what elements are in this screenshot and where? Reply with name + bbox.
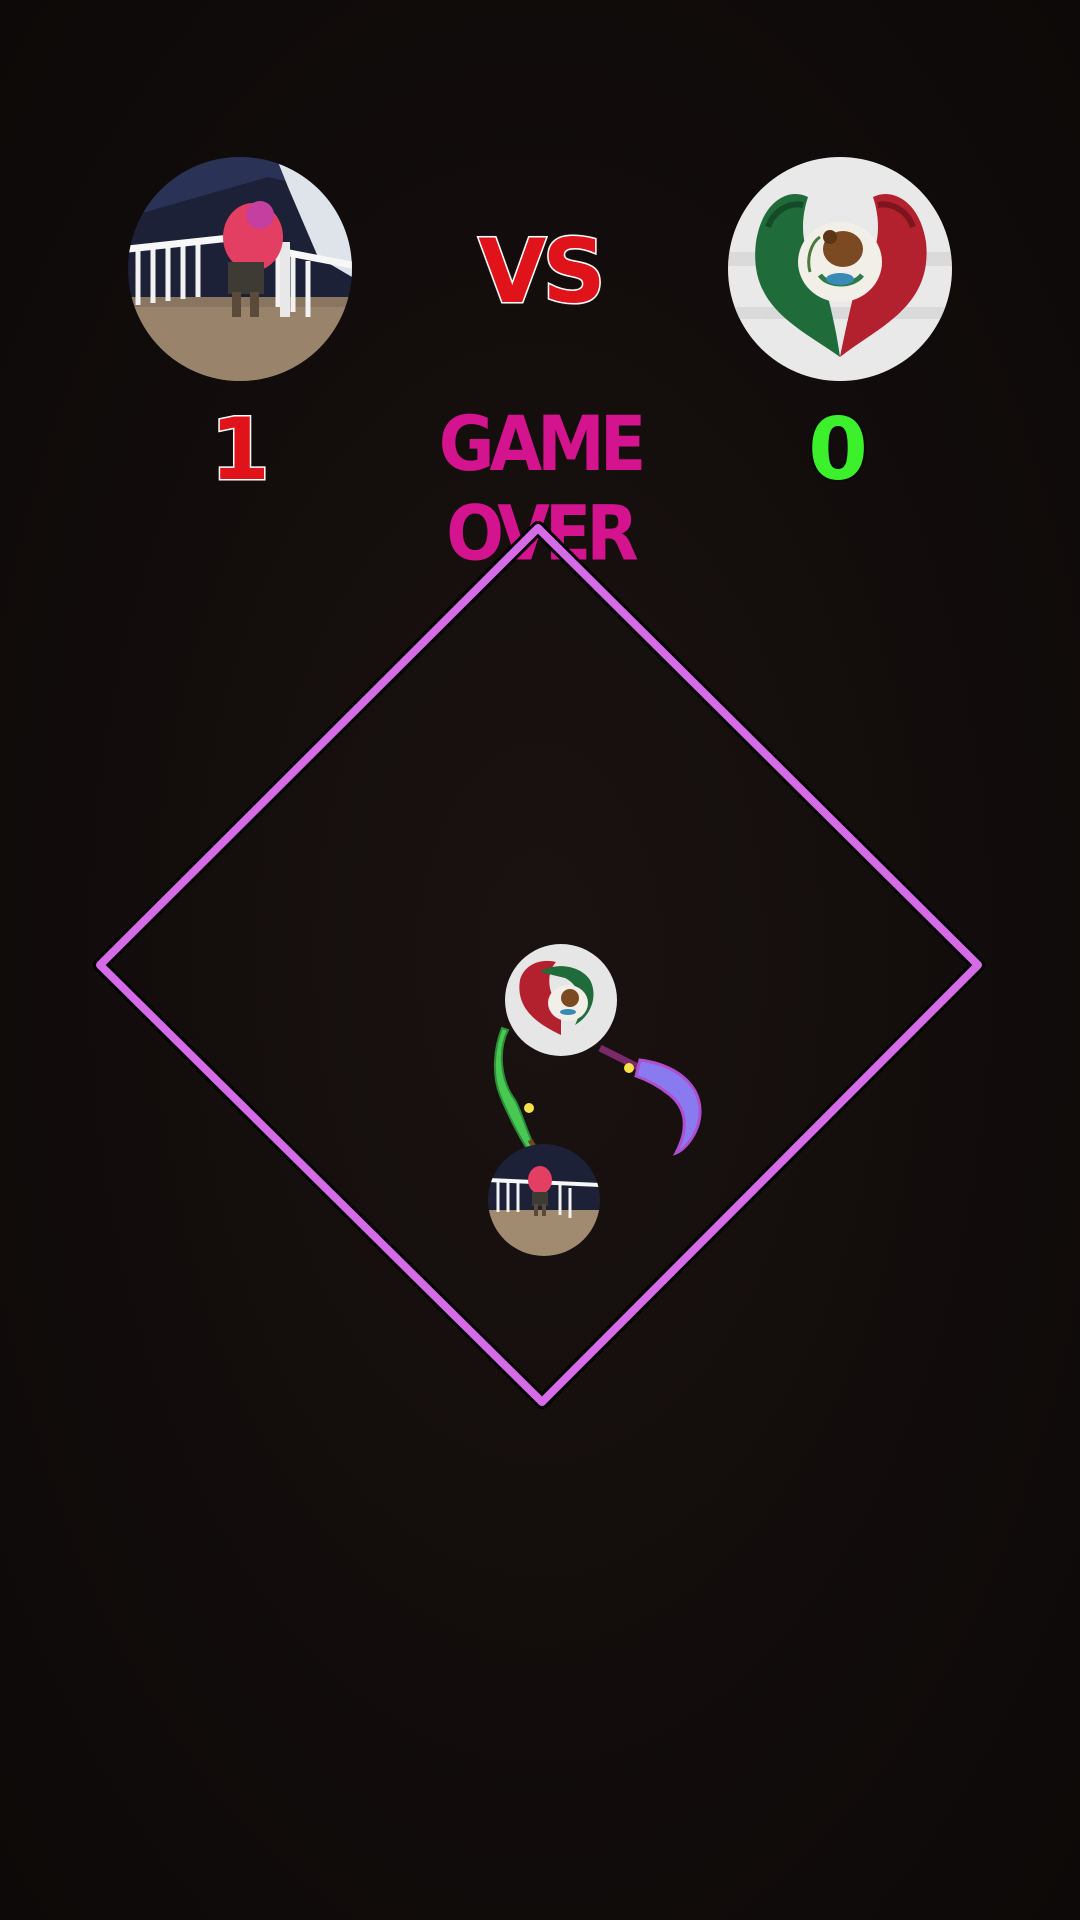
scythe-weapon bbox=[598, 1044, 702, 1156]
opponent-token bbox=[505, 944, 617, 1056]
player-token bbox=[488, 1144, 600, 1256]
arena bbox=[93, 521, 985, 1409]
